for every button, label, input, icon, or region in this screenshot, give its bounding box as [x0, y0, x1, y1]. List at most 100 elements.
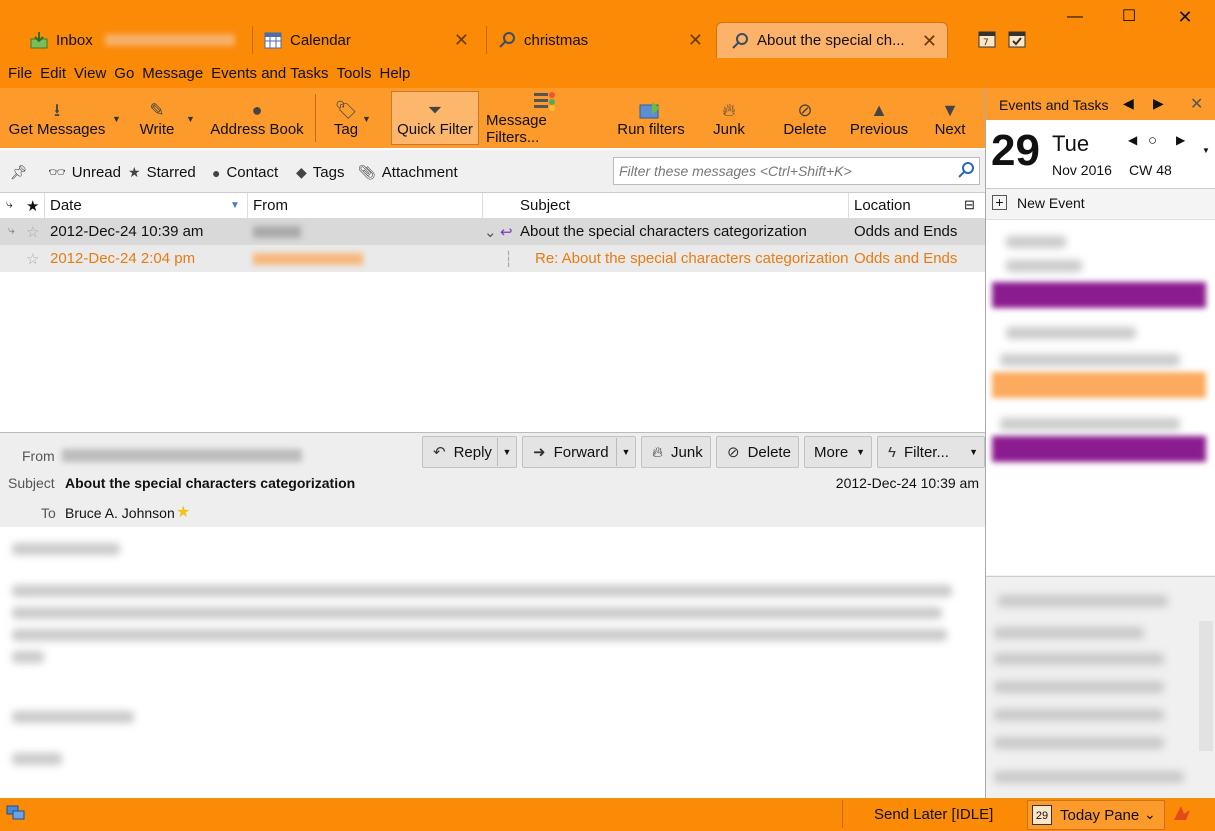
menu-message[interactable]: Message — [142, 65, 203, 82]
today-pane-header: Events and Tasks ◀ ▶ ✕ — [986, 88, 1215, 120]
filter-button[interactable]: ϟ Filter... ▼ — [877, 436, 985, 468]
chevron-down-icon[interactable]: ▼ — [1202, 146, 1210, 155]
menu-tools[interactable]: Tools — [336, 65, 371, 82]
send-later-status: Send Later [IDLE] — [874, 806, 994, 823]
agenda-event-purple[interactable] — [992, 436, 1206, 462]
search-icon — [731, 32, 749, 50]
chevron-down-icon[interactable]: ▼ — [112, 114, 121, 124]
agenda-event-purple[interactable] — [992, 282, 1206, 308]
sticky-pin-icon[interactable]: 📌︎ — [10, 164, 34, 181]
menu-events-tasks[interactable]: Events and Tasks — [211, 65, 328, 82]
task-scrollbar[interactable] — [1199, 621, 1213, 751]
close-icon[interactable]: ✕ — [922, 31, 937, 52]
column-from[interactable]: From — [253, 197, 288, 214]
agenda-event-orange[interactable] — [992, 372, 1206, 398]
filter-messages-input[interactable]: Filter these messages <Ctrl+Shift+K> — [613, 157, 980, 185]
tab-inbox[interactable]: Inbox — [30, 22, 245, 58]
menu-view[interactable]: View — [74, 65, 106, 82]
search-icon — [957, 161, 975, 182]
calendar-tab-icon[interactable]: 7 — [978, 30, 996, 53]
menu-edit[interactable]: Edit — [40, 65, 66, 82]
tab-christmas[interactable]: christmas ✕ — [498, 22, 713, 58]
column-subject[interactable]: Subject — [520, 197, 570, 214]
star-icon[interactable]: ☆ — [26, 250, 39, 268]
filter-tags[interactable]: ◆ Tags — [296, 164, 344, 181]
button-label: Junk — [713, 120, 745, 138]
button-label: Filter... — [903, 443, 949, 461]
write-button[interactable]: ✎ Write — [130, 88, 184, 148]
column-separator — [482, 193, 483, 218]
previous-day-icon[interactable]: ◀ — [1128, 133, 1137, 147]
close-icon[interactable]: ✕ — [454, 30, 469, 51]
table-row[interactable]: ☆ 2012-Dec-24 2:04 pm ┆ Re: About the sp… — [0, 245, 985, 272]
more-button[interactable]: More ▼ — [804, 436, 872, 468]
menu-file[interactable]: File — [8, 65, 32, 82]
previous-button[interactable]: ▲ Previous — [846, 88, 912, 148]
delete-button[interactable]: ⊘ Delete — [776, 88, 834, 148]
junk-button[interactable]: 🔥︎ Junk — [705, 88, 753, 148]
star-icon[interactable]: ★ — [176, 502, 190, 522]
new-event-button[interactable]: + New Event — [986, 189, 1215, 220]
message-subject: Re: About the special characters categor… — [535, 250, 849, 267]
today-pane-toggle[interactable]: 29 Today Pane ⌄ — [1027, 800, 1165, 830]
delete-button[interactable]: ⊘ Delete — [716, 436, 799, 468]
main-toolbar: ⭳ Get Messages ▼ ✎ Write ▼ ● Address Boo… — [0, 88, 985, 148]
maximize-icon[interactable]: ☐ — [1114, 6, 1144, 28]
unread-icon: 👓︎ — [48, 164, 66, 180]
filter-contact[interactable]: ● Contact — [212, 164, 278, 181]
filter-unread[interactable]: 👓︎ Unread — [48, 164, 121, 181]
filter-attachment[interactable]: 📎︎ Attachment — [358, 164, 458, 181]
column-picker-icon[interactable]: ⊟ — [964, 197, 975, 213]
tab-calendar[interactable]: Calendar ✕ — [264, 22, 479, 58]
new-event-label: New Event — [1017, 195, 1085, 211]
activity-icon[interactable] — [1172, 804, 1192, 825]
task-tab-icon[interactable] — [1008, 30, 1026, 53]
subject-label: Subject — [8, 475, 55, 491]
quick-filter-button[interactable]: ⏷ Quick Filter — [391, 91, 479, 145]
menu-go[interactable]: Go — [114, 65, 134, 82]
table-row[interactable]: ⤷ ☆ 2012-Dec-24 10:39 am ⌄ ↩ About the s… — [0, 218, 985, 245]
chevron-down-icon[interactable]: ▼ — [497, 438, 516, 466]
star-icon[interactable]: ☆ — [26, 223, 39, 241]
junk-button[interactable]: 🔥︎ Junk — [641, 436, 711, 468]
close-window-icon[interactable]: ✕ — [1170, 6, 1200, 28]
download-icon: ⭳ — [53, 99, 61, 120]
star-column-icon[interactable]: ★ — [26, 197, 39, 215]
close-icon[interactable]: ✕ — [688, 30, 703, 51]
address-book-button[interactable]: ● Address Book — [206, 88, 308, 148]
message-date: 2012-Dec-24 10:39 am — [50, 223, 204, 240]
previous-arrow-icon[interactable]: ◀ — [1123, 95, 1134, 112]
next-arrow-icon[interactable]: ▶ — [1153, 95, 1164, 112]
agenda-list — [986, 220, 1215, 575]
button-label: Reply — [453, 443, 492, 461]
contact-icon: ● — [212, 164, 221, 181]
get-messages-button[interactable]: ⭳ Get Messages — [6, 88, 108, 148]
to-recipient[interactable]: Bruce A. Johnson — [65, 505, 175, 521]
chevron-down-icon[interactable]: ▼ — [362, 114, 371, 124]
tab-about-special[interactable]: About the special ch... ✕ — [716, 22, 948, 58]
minimize-icon[interactable]: — — [1060, 6, 1090, 28]
today-icon[interactable]: ○ — [1148, 132, 1157, 149]
tag-button[interactable]: 🏷︎ Tag — [326, 88, 366, 148]
filter-starred[interactable]: ★ Starred — [128, 164, 196, 181]
close-icon[interactable]: ✕ — [1190, 94, 1203, 114]
menu-help[interactable]: Help — [380, 65, 411, 82]
weekday: Tue — [1052, 131, 1090, 156]
chevron-down-icon[interactable]: ⌄ — [484, 223, 497, 241]
chevron-down-icon[interactable]: ▼ — [616, 438, 635, 466]
filter-label: Starred — [146, 164, 196, 181]
reply-button[interactable]: ↶ Reply ▼ — [422, 436, 517, 468]
message-filters-button[interactable]: Message Filters... — [486, 88, 604, 148]
thread-column-icon[interactable]: ⤷ — [6, 197, 13, 212]
network-status-icon[interactable] — [6, 804, 26, 825]
from-label: From — [22, 448, 55, 464]
next-button[interactable]: ▼ Next — [928, 88, 972, 148]
column-date[interactable]: Date — [50, 197, 82, 214]
next-day-icon[interactable]: ▶ — [1176, 133, 1185, 147]
button-label: Delete — [783, 120, 827, 138]
chevron-down-icon[interactable]: ▼ — [186, 114, 195, 124]
run-filters-button[interactable]: Run filters — [612, 88, 690, 148]
column-location[interactable]: Location — [854, 197, 911, 214]
forward-button[interactable]: ➜ Forward ▼ — [522, 436, 636, 468]
tab-label: Inbox — [56, 31, 93, 49]
